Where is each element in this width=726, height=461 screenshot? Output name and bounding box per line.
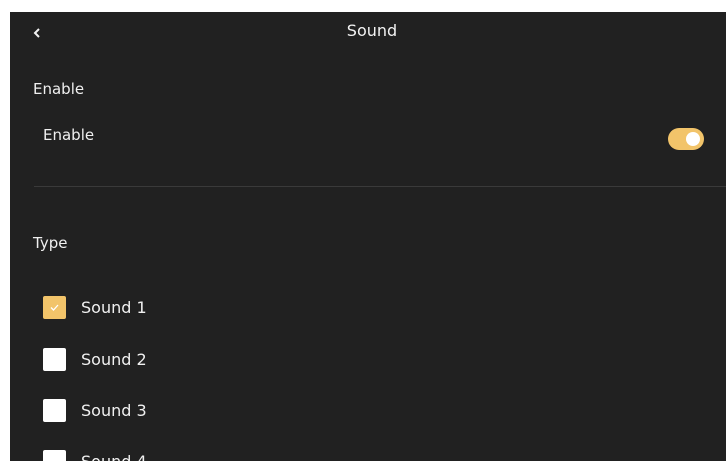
divider <box>34 186 726 187</box>
top-bar: Sound <box>10 12 726 54</box>
enable-section-heading: Enable <box>33 80 85 98</box>
checkbox-unchecked[interactable] <box>43 399 66 422</box>
page-title: Sound <box>346 21 398 40</box>
checkbox-unchecked[interactable] <box>43 450 66 461</box>
sound-settings-screen: Sound Enable Enable Type Sound 1 Sound 2… <box>10 12 726 461</box>
type-section-heading: Type <box>33 234 68 252</box>
checkbox-checked[interactable] <box>43 296 66 319</box>
enable-toggle[interactable] <box>668 128 704 150</box>
sound-option-3[interactable]: Sound 3 <box>43 396 343 426</box>
enable-row: Enable <box>10 117 726 151</box>
toggle-knob <box>686 132 700 146</box>
sound-option-label: Sound 2 <box>81 350 147 369</box>
sound-option-2[interactable]: Sound 2 <box>43 345 343 375</box>
checkbox-unchecked[interactable] <box>43 348 66 371</box>
sound-option-label: Sound 4 <box>81 452 147 461</box>
sound-option-1[interactable]: Sound 1 <box>43 293 343 323</box>
checkmark-icon <box>50 304 59 311</box>
enable-row-label: Enable <box>43 126 95 144</box>
sound-option-label: Sound 1 <box>81 298 147 317</box>
sound-option-label: Sound 3 <box>81 401 147 420</box>
sound-option-4[interactable]: Sound 4 <box>43 447 343 461</box>
